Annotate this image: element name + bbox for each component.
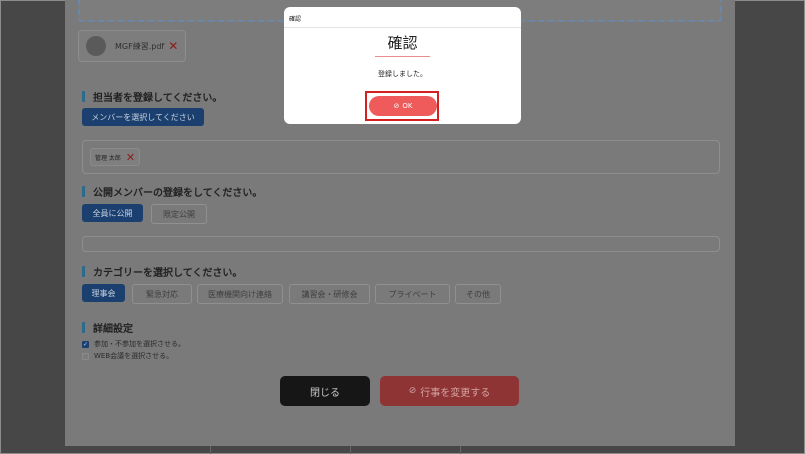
category-button-seminar[interactable]: 講習会・研修会 (289, 284, 370, 304)
public-section-label: 公開メンバーの登録をしてください。 (93, 188, 263, 199)
public-section-title: 公開メンバーの登録をしてください。 (82, 184, 262, 199)
category-button-other[interactable]: その他 (455, 284, 501, 304)
category-section-label: カテゴリーを選択してください。 (93, 268, 243, 279)
confirm-dialog: 確認 確認 登録しました。 ⊘ OK (284, 7, 521, 124)
remove-file-icon[interactable]: ✕ (168, 40, 178, 52)
dialog-title-underline (375, 56, 430, 57)
change-event-button[interactable]: ⊘ 行事を変更する (380, 376, 519, 406)
member-name: 管理 太郎 (95, 154, 121, 162)
checkbox-checked-icon[interactable]: ✓ (82, 340, 89, 348)
close-button[interactable]: 閉じる (280, 376, 370, 406)
remove-member-icon[interactable]: ✕ (126, 152, 135, 163)
checkbox-unchecked-icon[interactable] (82, 352, 89, 360)
detail-section-title: 詳細設定 (82, 320, 133, 335)
section-marker (82, 91, 85, 102)
section-marker (82, 186, 85, 197)
category-button-medical[interactable]: 医療機関向け連絡 (197, 284, 283, 304)
public-members-box (82, 236, 720, 252)
public-limited-button[interactable]: 限定公開 (151, 204, 207, 224)
circle-check-icon: ⊘ (393, 102, 400, 110)
ok-button[interactable]: ⊘ OK (369, 96, 437, 116)
section-marker (82, 266, 85, 277)
dialog-title: 確認 (387, 34, 418, 52)
option-web-meeting-row[interactable]: WEB会議を選択させる。 (82, 351, 173, 361)
bottom-divider (350, 446, 351, 454)
public-all-button[interactable]: 全員に公開 (82, 204, 143, 222)
dialog-header-divider (284, 27, 521, 28)
category-button-board[interactable]: 理事会 (82, 284, 125, 302)
change-event-label: 行事を変更する (420, 387, 491, 399)
option-web-meeting-label: WEB会議を選択させる。 (94, 352, 174, 360)
option-attendance-label: 参加・不参加を選択させる。 (94, 340, 185, 348)
bottom-divider (460, 446, 461, 454)
assignee-section-label: 担当者を登録してください。 (93, 93, 223, 104)
select-member-button[interactable]: メンバーを選択してください (82, 108, 204, 126)
category-section-title: カテゴリーを選択してください。 (82, 264, 242, 279)
ok-button-label: OK (402, 102, 413, 110)
member-chip: 管理 太郎 ✕ (90, 148, 141, 166)
file-name: MGF練習.pdf (115, 41, 165, 51)
attached-file-chip: MGF練習.pdf ✕ (78, 30, 186, 62)
section-marker (82, 322, 85, 333)
option-attendance-row[interactable]: ✓ 参加・不参加を選択させる。 (82, 339, 185, 349)
circle-check-icon: ⊘ (408, 386, 417, 396)
detail-section-label: 詳細設定 (93, 324, 133, 335)
category-button-emergency[interactable]: 緊急対応 (132, 284, 192, 304)
assignee-members-box: 管理 太郎 ✕ (82, 140, 720, 174)
assignee-section-title: 担当者を登録してください。 (82, 89, 222, 104)
dialog-message: 登録しました。 (378, 70, 427, 78)
file-thumbnail-icon (86, 36, 106, 56)
category-button-private[interactable]: プライベート (375, 284, 450, 304)
bottom-divider (210, 446, 211, 454)
dialog-header: 確認 (289, 16, 302, 23)
